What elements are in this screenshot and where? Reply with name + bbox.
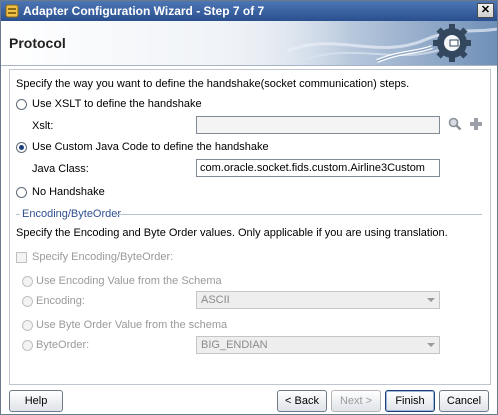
- java-class-label: Java Class:: [32, 163, 89, 175]
- chevron-down-icon: [427, 298, 435, 302]
- magnifier-icon[interactable]: [448, 117, 462, 131]
- byte-order-radio[interactable]: [22, 340, 33, 351]
- section-divider-left: [16, 214, 20, 215]
- encoding-select-value: ASCII: [201, 294, 230, 306]
- finish-button[interactable]: Finish: [385, 390, 435, 412]
- byte-order-from-schema-label: Use Byte Order Value from the schema: [36, 319, 228, 331]
- specify-encoding-label: Specify Encoding/ByteOrder:: [32, 251, 174, 263]
- plus-icon[interactable]: [469, 117, 483, 131]
- page-title: Protocol: [9, 35, 66, 51]
- xslt-field-label: Xslt:: [32, 120, 54, 132]
- encoding-from-schema-radio[interactable]: [22, 276, 33, 287]
- encoding-radio[interactable]: [22, 296, 33, 307]
- encoding-from-schema-label: Use Encoding Value from the Schema: [36, 275, 222, 287]
- byte-order-from-schema-radio[interactable]: [22, 320, 33, 331]
- help-button-label: Help: [24, 395, 48, 407]
- encoding-section-legend: Encoding/ByteOrder: [22, 208, 122, 220]
- intro-text: Specify the way you want to define the h…: [16, 78, 410, 90]
- help-button[interactable]: Help: [9, 390, 63, 412]
- wizard-window: Adapter Configuration Wizard - Step 7 of…: [0, 0, 498, 415]
- next-button-label: Next >: [339, 395, 373, 407]
- title-bar[interactable]: Adapter Configuration Wizard - Step 7 of…: [1, 1, 497, 21]
- no-handshake-radio-label[interactable]: No Handshake: [32, 186, 105, 198]
- section-divider-right: [116, 214, 482, 215]
- close-icon[interactable]: ✕: [477, 3, 494, 18]
- chevron-down-icon: [427, 343, 435, 347]
- wizard-header: Protocol: [1, 21, 497, 66]
- byte-order-label: ByteOrder:: [36, 339, 90, 351]
- byte-order-select-value: BIG_ENDIAN: [201, 339, 268, 351]
- custom-java-radio[interactable]: [16, 142, 27, 153]
- xslt-radio[interactable]: [16, 99, 27, 110]
- encoding-select[interactable]: ASCII: [196, 291, 440, 309]
- specify-encoding-checkbox[interactable]: [16, 252, 27, 263]
- encoding-label: Encoding:: [36, 295, 85, 307]
- byte-order-select[interactable]: BIG_ENDIAN: [196, 336, 440, 354]
- next-button[interactable]: Next >: [331, 390, 381, 412]
- protocol-panel: Specify the way you want to define the h…: [9, 69, 491, 385]
- finish-button-label: Finish: [395, 395, 425, 407]
- back-button-label: < Back: [285, 395, 319, 407]
- xslt-radio-label[interactable]: Use XSLT to define the handshake: [32, 98, 202, 110]
- back-button[interactable]: < Back: [277, 390, 327, 412]
- custom-java-radio-label[interactable]: Use Custom Java Code to define the hands…: [32, 141, 269, 153]
- cancel-button[interactable]: Cancel: [439, 390, 489, 412]
- app-icon: [5, 4, 19, 18]
- cancel-button-label: Cancel: [446, 395, 482, 407]
- encoding-description: Specify the Encoding and Byte Order valu…: [16, 227, 448, 239]
- java-class-input[interactable]: com.oracle.socket.fids.custom.Airline3Cu…: [196, 159, 440, 177]
- xslt-input[interactable]: [196, 116, 440, 134]
- window-title: Adapter Configuration Wizard - Step 7 of…: [23, 4, 265, 18]
- no-handshake-radio[interactable]: [16, 187, 27, 198]
- header-gear-graphic-icon: [227, 21, 497, 65]
